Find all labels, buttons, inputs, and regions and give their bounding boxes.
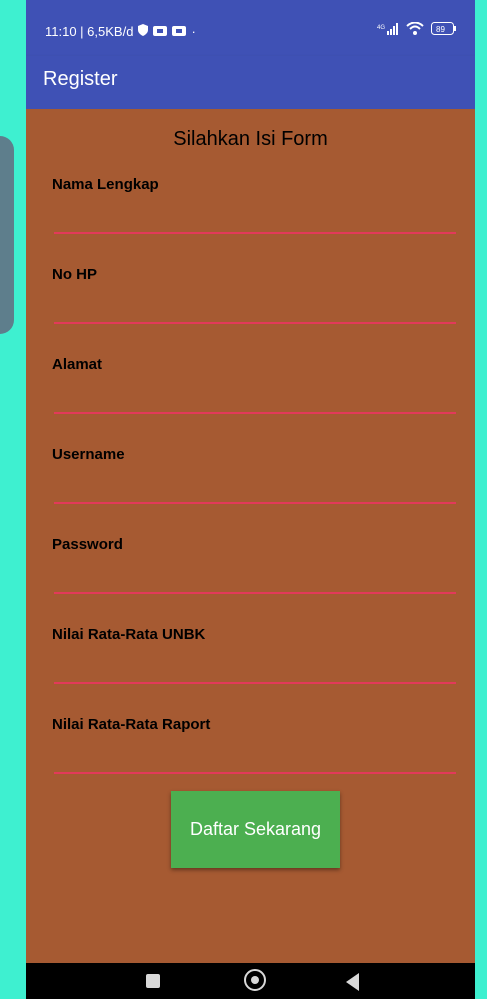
- field-username[interactable]: Username: [52, 446, 456, 516]
- notification-icon: [172, 24, 187, 39]
- recent-apps-icon[interactable]: [146, 974, 160, 988]
- side-tab[interactable]: [0, 136, 14, 334]
- daftar-sekarang-button[interactable]: Daftar Sekarang: [171, 791, 340, 868]
- status-time-speed: 11:10 | 6,5KB/d: [45, 24, 134, 39]
- field-underline: [54, 232, 456, 234]
- field-underline: [54, 772, 456, 774]
- field-underline: [54, 502, 456, 504]
- field-underline: [54, 322, 456, 324]
- navigation-bar: [26, 963, 475, 999]
- field-underline: [54, 412, 456, 414]
- back-icon[interactable]: [346, 973, 359, 991]
- field-label: Nilai Rata-Rata Raport: [52, 716, 211, 733]
- field-label: Username: [52, 446, 125, 463]
- home-icon[interactable]: [244, 969, 266, 991]
- field-label: No HP: [52, 266, 97, 283]
- field-password[interactable]: Password: [52, 536, 456, 606]
- battery-level: 89: [436, 25, 445, 34]
- network-type: 4G: [377, 25, 385, 31]
- shield-icon: [138, 24, 149, 39]
- field-label: Alamat: [52, 356, 103, 373]
- phone-screen: 11:10 | 6,5KB/d · 4G 89 Register Silahka…: [26, 0, 475, 999]
- status-right: 4G 89: [377, 21, 457, 38]
- field-label: Nilai Rata-Rata UNBK: [52, 626, 206, 643]
- app-bar: Register: [26, 56, 475, 109]
- signal-icon: 4G: [377, 22, 399, 38]
- status-dot: ·: [191, 24, 196, 39]
- register-form: Silahkan Isi Form Nama Lengkap No HP Ala…: [26, 109, 475, 963]
- field-nilai-unbk[interactable]: Nilai Rata-Rata UNBK: [52, 626, 456, 696]
- wifi-icon: [406, 21, 424, 38]
- field-nilai-raport[interactable]: Nilai Rata-Rata Raport: [52, 716, 456, 786]
- field-label: Nama Lengkap: [52, 176, 159, 193]
- battery-icon: 89: [431, 22, 457, 38]
- form-title: Silahkan Isi Form: [173, 128, 328, 150]
- field-underline: [54, 682, 456, 684]
- message-icon: [153, 24, 168, 39]
- status-left: 11:10 | 6,5KB/d ·: [45, 24, 196, 39]
- field-underline: [54, 592, 456, 594]
- field-label: Password: [52, 536, 123, 553]
- field-alamat[interactable]: Alamat: [52, 356, 456, 426]
- page-title: Register: [43, 68, 118, 90]
- status-bar: 11:10 | 6,5KB/d · 4G 89: [26, 0, 475, 56]
- field-nama-lengkap[interactable]: Nama Lengkap: [52, 176, 456, 246]
- field-no-hp[interactable]: No HP: [52, 266, 456, 336]
